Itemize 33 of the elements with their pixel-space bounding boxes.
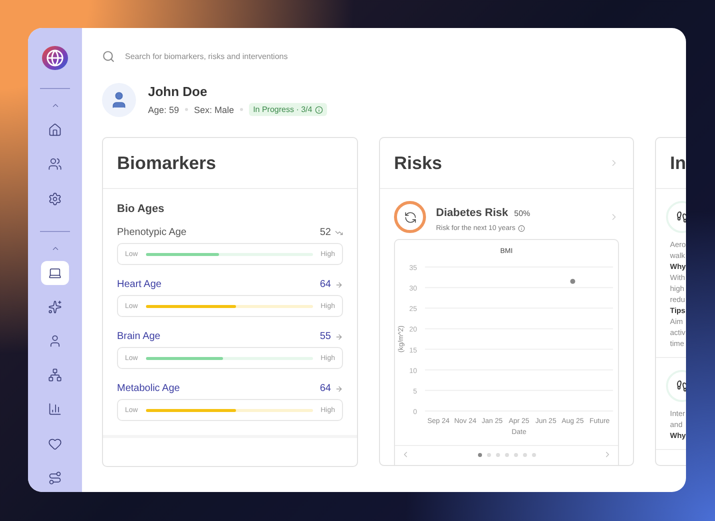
avatar-icon — [102, 83, 136, 117]
biomarker-row: Phenotypic Age 52 — [117, 227, 343, 238]
sex-text: Sex: Male — [194, 104, 234, 114]
globe-logo-icon[interactable] — [42, 46, 68, 70]
risk-name: Diabetes Risk — [436, 206, 508, 218]
trend-down-icon — [335, 228, 343, 236]
card-title: In — [670, 152, 686, 174]
chevron-right-icon[interactable] — [603, 450, 612, 459]
card-title: Biomarkers — [117, 152, 216, 174]
refresh-icon — [394, 201, 426, 233]
arrow-right-icon — [335, 332, 343, 340]
pager-dot[interactable] — [504, 452, 508, 456]
arrow-right-icon — [335, 280, 343, 288]
chevron-left-icon[interactable] — [401, 450, 410, 459]
arrow-right-icon — [335, 384, 343, 392]
risk-percent: 50% — [514, 208, 530, 218]
pager-dot[interactable] — [496, 452, 500, 456]
patient-name: John Doe — [148, 84, 208, 99]
card-title: Risks — [394, 152, 442, 174]
status-badge: In Progress · 3/4 — [249, 103, 328, 116]
age-text: Age: 59 — [148, 104, 180, 114]
pager-dot[interactable] — [522, 452, 526, 456]
laptop-icon[interactable] — [41, 260, 69, 285]
section-title: Bio Ages — [117, 203, 166, 215]
pager-dot[interactable] — [532, 452, 536, 456]
pager-dot[interactable] — [486, 452, 490, 456]
biomarker-link[interactable]: Brain Age 55 — [117, 331, 343, 342]
pager-dot[interactable] — [514, 452, 518, 456]
search-icon — [102, 50, 115, 63]
pager-dot[interactable] — [478, 452, 482, 456]
info-icon — [518, 224, 526, 232]
biomarker-link[interactable]: Heart Age 64 — [117, 279, 343, 290]
biomarker-link[interactable]: Metabolic Age 64 — [117, 383, 343, 394]
